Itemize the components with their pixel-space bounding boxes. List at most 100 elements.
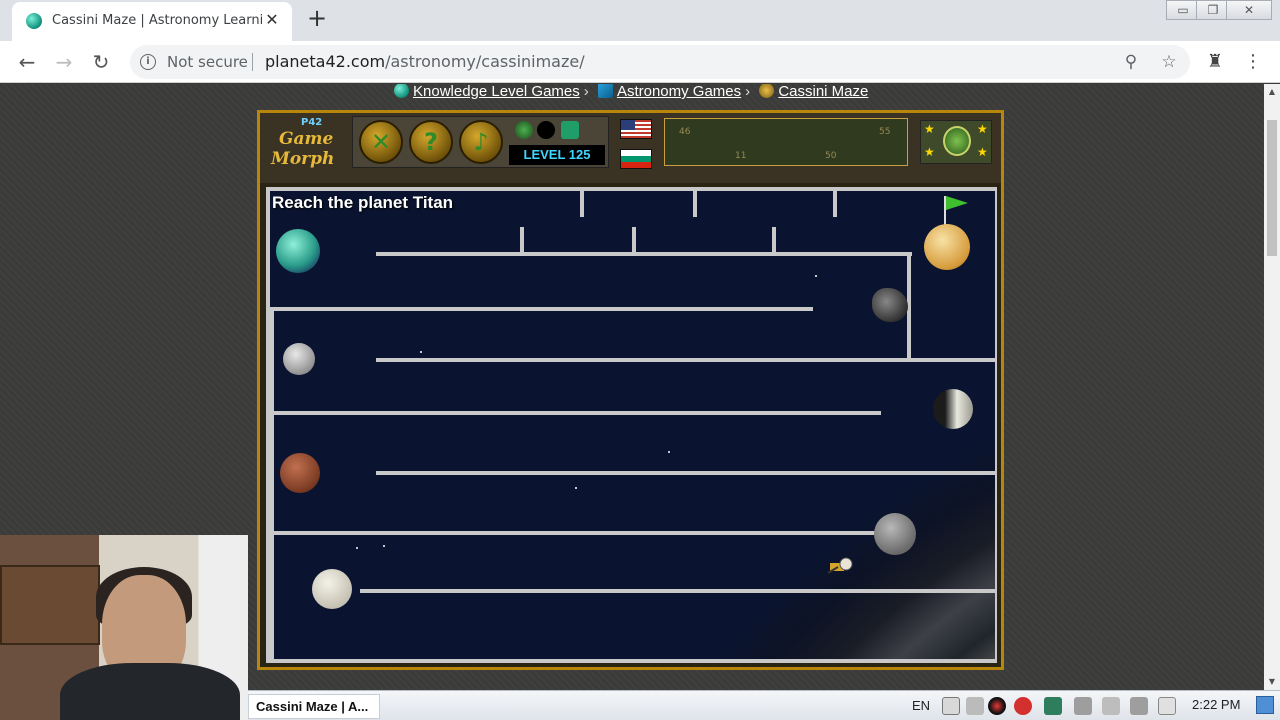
breadcrumb-separator: › [583,84,589,100]
minimize-button[interactable]: ▭ [1166,0,1200,20]
close-game-button[interactable]: ✕ [359,120,403,164]
help-button[interactable]: ? [409,120,453,164]
trophy-badge[interactable]: ★ ★ ★ ★ [920,120,992,164]
action-center-flag-icon[interactable] [1158,697,1176,715]
breadcrumb-link-knowledge-games[interactable]: Knowledge Level Games [413,84,580,100]
star-icon: ★ [977,145,988,159]
menu-kebab-icon[interactable]: ⋮ [1241,50,1265,74]
moon-mercury[interactable] [283,343,315,375]
maze-wall [270,531,881,535]
vertical-scrollbar[interactable]: ▲ ▼ [1264,84,1280,690]
star-dot [575,487,577,489]
tray-pdf-icon[interactable] [1014,697,1032,715]
breadcrumb: Knowledge Level Games › Astronomy Games › … [394,84,868,103]
moon-rhea[interactable] [874,513,916,555]
stat-1: 46 [679,127,691,137]
scroll-thumb[interactable] [1267,120,1277,256]
reload-icon[interactable]: ↻ [88,49,114,75]
control-panel: ✕ ? ♪ LEVEL 125 [352,116,609,168]
volume-icon[interactable] [1102,697,1120,715]
tray-drive-icon[interactable] [942,697,960,715]
maze-wall [270,307,813,311]
tray-app-icon[interactable] [988,697,1006,715]
dark-mode-icon[interactable] [537,121,555,139]
zoom-icon[interactable]: ⚲ [1120,51,1142,73]
url-path: /astronomy/cassinimaze/ [385,52,585,71]
extension-icon[interactable]: ♜ [1203,50,1227,74]
star-dot [383,545,385,547]
maze-wall [360,589,995,593]
back-arrow-icon[interactable]: ← [14,49,40,75]
star-dot [420,351,422,353]
cabinet [0,565,100,645]
browser-tab[interactable]: Cassini Maze | Astronomy Learning ✕ [12,2,292,41]
cassini-probe-icon[interactable] [826,555,856,577]
probe-icon [759,84,775,98]
stat-3: 11 [735,151,747,161]
game-frame: P42 Game Morph ✕ ? ♪ LEVEL 125 46 55 11 … [257,110,1004,670]
scroll-up-icon[interactable]: ▲ [1264,84,1280,100]
show-desktop-button[interactable] [1256,696,1274,714]
bookmark-star-icon[interactable]: ☆ [1158,51,1180,73]
titan-planet[interactable] [924,224,970,270]
tray-expand-icon[interactable] [966,697,984,715]
game-header: P42 Game Morph ✕ ? ♪ LEVEL 125 46 55 11 … [260,113,1001,183]
language-indicator[interactable]: EN [912,696,930,716]
gamemorph-logo[interactable]: P42 Game Morph [265,117,351,171]
breadcrumb-link-astronomy-games[interactable]: Astronomy Games [617,84,741,100]
maze-wall [376,252,912,256]
star-dot [356,547,358,549]
stat-2: 55 [879,127,891,137]
maze-wall [376,358,995,362]
restore-button[interactable]: ❐ [1196,0,1230,20]
music-button[interactable]: ♪ [459,120,503,164]
bulgarian-flag-icon[interactable] [620,149,652,169]
star-dot [668,451,670,453]
os-taskbar: Cassini Maze | A... EN 2:22 PM [248,690,1280,720]
planet-favicon-icon [26,13,42,29]
stats-panel: 46 55 11 50 [664,118,908,166]
us-flag-icon[interactable] [620,119,652,139]
stat-4: 50 [825,151,837,161]
maze-wall [520,227,524,253]
maze-wall [693,191,697,217]
asteroid-icon [872,288,908,322]
url-text[interactable]: planeta42.com/astronomy/cassinimaze/ [265,52,585,71]
earth-planet[interactable] [276,229,320,273]
maze-wall [376,471,995,475]
logo-badge: P42 [301,117,323,128]
scroll-down-icon[interactable]: ▼ [1264,674,1280,690]
star-dot [815,275,817,277]
info-icon[interactable]: i [140,54,156,70]
address-bar[interactable]: i Not secure planeta42.com/astronomy/cas… [130,45,1190,79]
mars-planet[interactable] [280,453,320,493]
tray-display-icon[interactable] [1130,697,1148,715]
tab-strip: Cassini Maze | Astronomy Learning ✕ + ▭ … [0,0,1280,41]
webcam-overlay [0,535,248,720]
browser-toolbar: ← → ↻ i Not secure planeta42.com/astrono… [0,41,1280,83]
maze-wall [580,191,584,217]
breadcrumb-link-cassini-maze[interactable]: Cassini Maze [778,84,868,100]
forward-arrow-icon[interactable]: → [51,49,77,75]
moon-tethys[interactable] [312,569,352,609]
book-icon[interactable] [561,121,579,139]
star-icon: ★ [924,122,935,136]
tray-music-icon[interactable] [1044,697,1062,715]
url-host: planeta42.com [265,52,386,71]
breadcrumb-separator: › [745,84,751,100]
logo-line-2: Morph [271,149,335,169]
maze-wall [772,227,776,253]
close-tab-icon[interactable]: ✕ [262,9,282,31]
maze-wall [833,191,837,217]
maze-board[interactable]: Reach the planet Titan [266,187,997,663]
taskbar-clock: 2:22 PM [1192,697,1241,712]
new-tab-button[interactable]: + [304,6,330,32]
logo-line-1: Game [279,129,334,149]
presenter-body [60,663,240,720]
taskbar-browser-item[interactable]: Cassini Maze | A... [248,694,380,719]
maze-wall [270,411,881,415]
close-window-button[interactable]: ✕ [1226,0,1272,20]
moon-phase[interactable] [933,389,973,429]
tray-network-icon[interactable] [1074,697,1092,715]
leaf-icon[interactable] [515,121,533,139]
